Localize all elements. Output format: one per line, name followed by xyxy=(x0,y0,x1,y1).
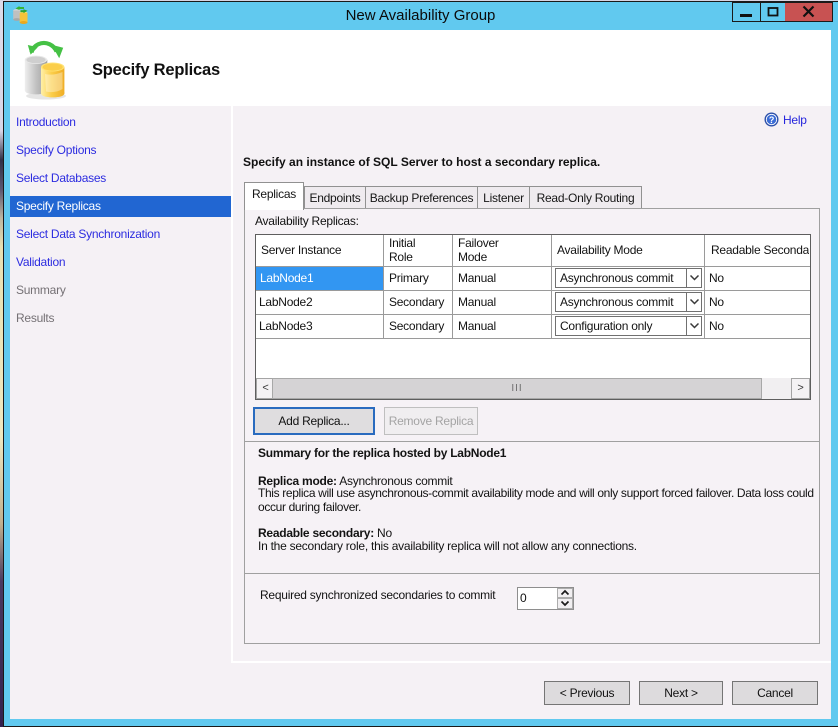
svg-text:?: ? xyxy=(769,115,774,125)
